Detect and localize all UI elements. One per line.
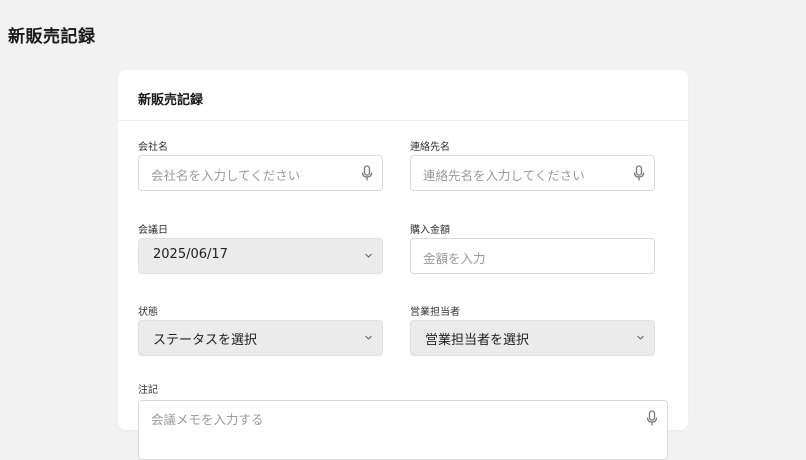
sales-rep-select[interactable]: 営業担当者を選択 bbox=[410, 320, 655, 356]
contact-label: 連絡先名 bbox=[410, 142, 450, 153]
chevron-down-icon bbox=[365, 253, 372, 258]
meeting-date-value: 2025/06/17 bbox=[153, 247, 228, 262]
notes-label: 注記 bbox=[138, 385, 158, 396]
purchase-amount-label: 購入金額 bbox=[410, 225, 450, 236]
card-title: 新販売記録 bbox=[138, 93, 204, 108]
sales-rep-value: 営業担当者を選択 bbox=[425, 333, 530, 348]
company-label: 会社名 bbox=[138, 142, 168, 153]
page-title: 新販売記録 bbox=[8, 27, 96, 47]
sales-record-form: 新販売記録 会社名 会社名を入力してください 連絡先名 連絡先名を入力してくださ… bbox=[118, 70, 688, 460]
contact-input[interactable]: 連絡先名を入力してください bbox=[410, 155, 655, 191]
status-value: ステータスを選択 bbox=[153, 333, 258, 348]
meeting-date-select[interactable]: 2025/06/17 bbox=[138, 238, 383, 274]
company-input[interactable]: 会社名を入力してください bbox=[138, 155, 383, 191]
chevron-down-icon bbox=[637, 335, 644, 340]
microphone-icon[interactable] bbox=[633, 165, 645, 182]
notes-textarea[interactable]: 会議メモを入力する bbox=[138, 400, 668, 460]
status-label: 状態 bbox=[138, 307, 158, 318]
notes-placeholder: 会議メモを入力する bbox=[151, 412, 264, 427]
company-placeholder: 会社名を入力してください bbox=[151, 168, 301, 183]
meeting-date-label: 会議日 bbox=[138, 225, 168, 236]
microphone-icon[interactable] bbox=[646, 410, 658, 427]
contact-placeholder: 連絡先名を入力してください bbox=[423, 168, 585, 183]
purchase-amount-placeholder: 金額を入力 bbox=[423, 251, 486, 266]
status-select[interactable]: ステータスを選択 bbox=[138, 320, 383, 356]
sales-rep-label: 営業担当者 bbox=[410, 307, 460, 318]
purchase-amount-input[interactable]: 金額を入力 bbox=[410, 238, 655, 274]
microphone-icon[interactable] bbox=[361, 165, 373, 182]
card-header bbox=[118, 70, 688, 121]
chevron-down-icon bbox=[365, 335, 372, 340]
